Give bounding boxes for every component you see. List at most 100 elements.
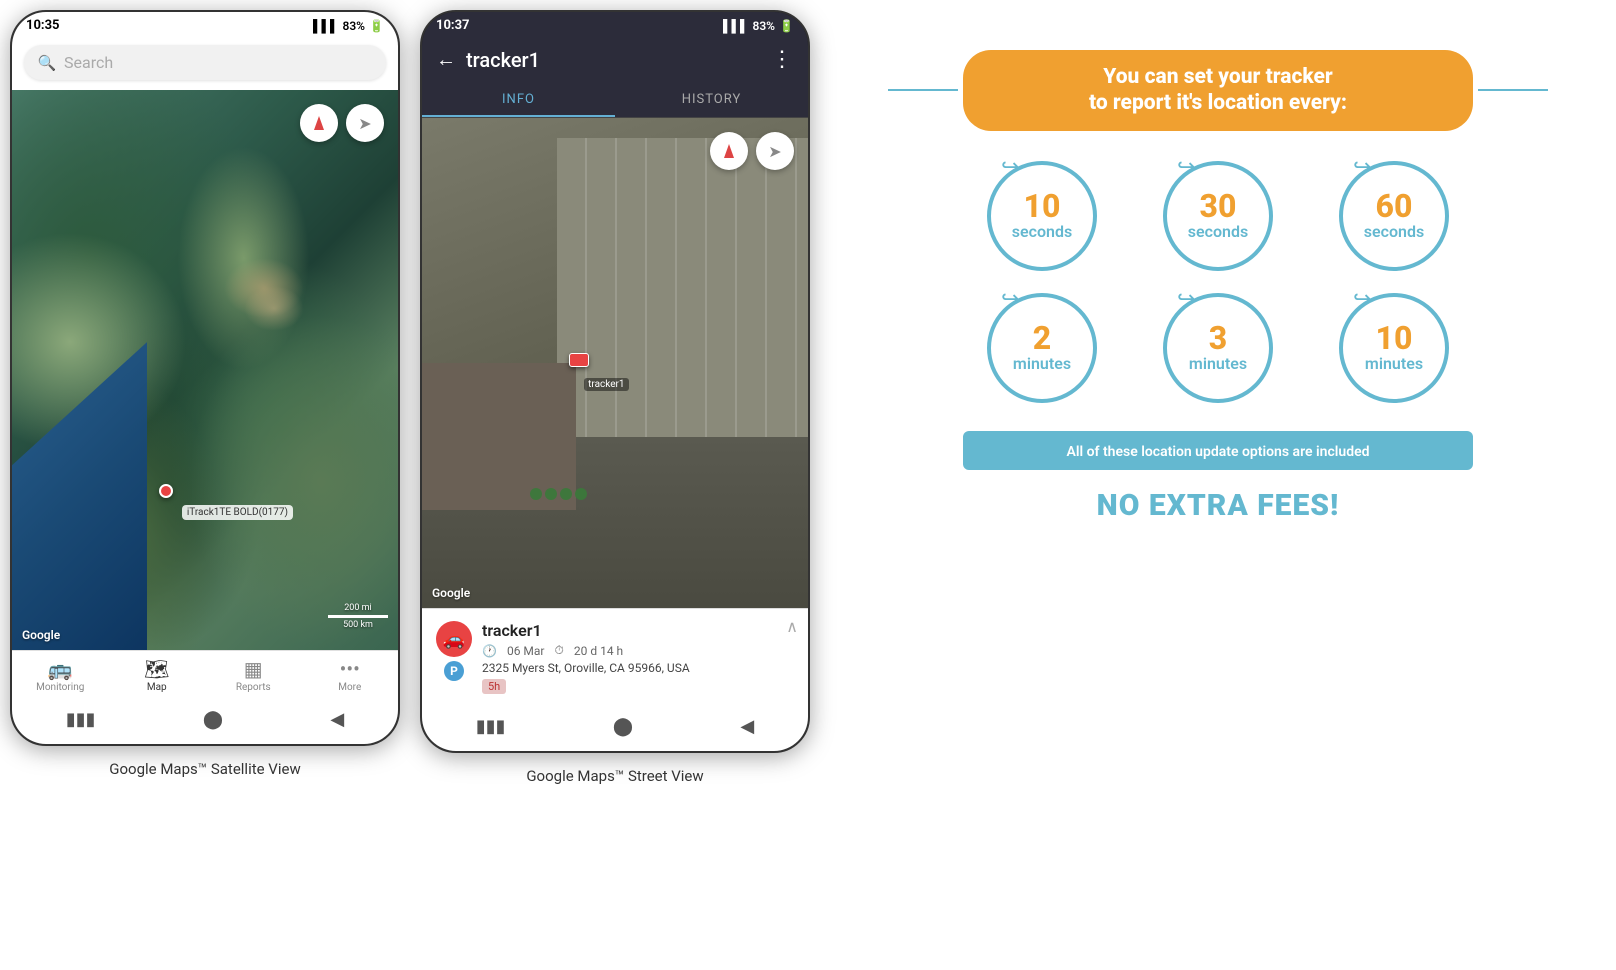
search-bar: 🔍 Search bbox=[12, 37, 398, 90]
left-status-right: ▌▌▌ 83% 🔋 bbox=[313, 19, 384, 33]
circle-number-6: 10 bbox=[1376, 322, 1413, 354]
circle-frame-1: ↩ 10 seconds bbox=[987, 161, 1097, 271]
signal-icon: ▌▌▌ bbox=[313, 19, 339, 33]
map-marker bbox=[159, 484, 175, 500]
circle-2min: ↩ 2 minutes bbox=[963, 293, 1121, 403]
navigate-icon: ➤ bbox=[358, 114, 371, 133]
tab-monitoring[interactable]: 🚌 Monitoring bbox=[30, 659, 90, 693]
system-nav: ▮▮▮ ⬤ ◀ bbox=[12, 699, 398, 744]
left-status-bar: 10:35 ▌▌▌ 83% 🔋 bbox=[12, 12, 398, 37]
tracker-header: ← tracker1 ⋮ bbox=[422, 37, 808, 82]
tab-map[interactable]: 🗺 Map bbox=[127, 659, 187, 693]
left-phone-frame: 10:35 ▌▌▌ 83% 🔋 🔍 Search bbox=[10, 10, 400, 746]
search-input-box[interactable]: 🔍 Search bbox=[24, 45, 386, 80]
infographic-card: You can set your tracker to report it's … bbox=[928, 20, 1508, 558]
circle-arrow-3: ↩ bbox=[1353, 155, 1371, 180]
satellite-map[interactable]: ➤ iTrack1TE BOLD(0177) Google 200 mi 500… bbox=[12, 90, 398, 650]
tracker-info-panel: 🚗 P tracker1 🕐 06 Mar ⏱ 20 d 14 h 2325 M… bbox=[422, 608, 808, 706]
compass-arrow bbox=[314, 116, 324, 130]
infographic-title-box: You can set your tracker to report it's … bbox=[963, 50, 1473, 131]
tab-reports[interactable]: ▦ Reports bbox=[223, 659, 283, 693]
circle-30sec: ↩ 30 seconds bbox=[1139, 161, 1297, 271]
car-marker bbox=[569, 353, 589, 367]
panel-collapse-btn[interactable]: ∧ bbox=[786, 617, 798, 636]
clock-icon: 🕐 bbox=[482, 644, 497, 658]
scale-indicator: 200 mi 500 km bbox=[328, 603, 388, 630]
no-fee-banner: All of these location update options are… bbox=[963, 431, 1473, 470]
scale-bar bbox=[328, 615, 388, 618]
more-label: More bbox=[338, 682, 361, 693]
right-home-btn[interactable]: ⬤ bbox=[613, 716, 633, 737]
tree-4 bbox=[575, 488, 587, 500]
tree-3 bbox=[560, 488, 572, 500]
circle-3min: ↩ 3 minutes bbox=[1139, 293, 1297, 403]
tracker-details: tracker1 🕐 06 Mar ⏱ 20 d 14 h 2325 Myers… bbox=[482, 621, 794, 694]
p-badge: P bbox=[444, 661, 464, 681]
tracker-map-label: tracker1 bbox=[584, 378, 628, 391]
tracker-address: 2325 Myers St, Oroville, CA 95966, USA bbox=[482, 661, 794, 675]
right-status-bar: 10:37 ▌▌▌ 83% 🔋 bbox=[422, 12, 808, 37]
right-battery-icon: 🔋 bbox=[779, 19, 794, 33]
parking-lot bbox=[557, 138, 808, 481]
circle-arrow-2: ↩ bbox=[1177, 155, 1195, 180]
aerial-compass[interactable] bbox=[710, 132, 748, 170]
tracker-icon-wrap: 🚗 P bbox=[436, 621, 472, 681]
aerial-navigate-icon: ➤ bbox=[768, 142, 781, 161]
tracker-car-icon: 🚗 bbox=[436, 621, 472, 657]
circle-arrow-1: ↩ bbox=[1001, 155, 1019, 180]
battery-icon: 🔋 bbox=[369, 19, 384, 33]
right-time: 10:37 bbox=[436, 18, 470, 33]
bottom-nav-tabs: 🚌 Monitoring 🗺 Map ▦ Reports ••• More bbox=[12, 650, 398, 699]
no-extra-fees-text: NO EXTRA FEES! bbox=[963, 488, 1473, 523]
tab-more[interactable]: ••• More bbox=[320, 659, 380, 693]
circle-unit-5: minutes bbox=[1189, 354, 1247, 373]
circle-10sec: ↩ 10 seconds bbox=[963, 161, 1121, 271]
circle-frame-4: ↩ 2 minutes bbox=[987, 293, 1097, 403]
map-compass[interactable] bbox=[300, 104, 338, 142]
battery-text: 83% bbox=[342, 19, 365, 33]
tracker-name: tracker1 bbox=[482, 621, 794, 640]
aerial-nav-button[interactable]: ➤ bbox=[756, 132, 794, 170]
left-phone-caption: Google Maps™ Satellite View bbox=[109, 760, 300, 778]
map-icon: 🗺 bbox=[144, 659, 169, 679]
right-system-nav: ▮▮▮ ⬤ ◀ bbox=[422, 706, 808, 751]
circle-frame-2: ↩ 30 seconds bbox=[1163, 161, 1273, 271]
monitoring-icon: 🚌 bbox=[48, 659, 73, 679]
tab-info[interactable]: INFO bbox=[422, 82, 615, 117]
infographic-panel: You can set your tracker to report it's … bbox=[820, 0, 1616, 578]
back-btn[interactable]: ◀ bbox=[330, 709, 344, 730]
right-back-btn[interactable]: ◀ bbox=[740, 716, 754, 737]
tracker-tabs: INFO HISTORY bbox=[422, 82, 808, 118]
left-phone-container: 10:35 ▌▌▌ 83% 🔋 🔍 Search bbox=[0, 0, 410, 778]
monitoring-label: Monitoring bbox=[36, 682, 84, 693]
vegetation-cluster bbox=[530, 488, 587, 500]
menu-button[interactable]: ⋮ bbox=[771, 47, 794, 72]
google-watermark-left: Google bbox=[22, 628, 60, 642]
circle-arrow-6: ↩ bbox=[1353, 287, 1371, 312]
time-badge: 5h bbox=[482, 679, 506, 694]
right-status-right: ▌▌▌ 83% 🔋 bbox=[723, 19, 794, 33]
terrain-highlight2 bbox=[244, 286, 304, 331]
tracker-meta: 🕐 06 Mar ⏱ 20 d 14 h bbox=[482, 643, 794, 658]
circles-grid: ↩ 10 seconds ↩ 30 seconds ↩ 60 seconds bbox=[963, 161, 1473, 403]
right-phone-frame: 10:37 ▌▌▌ 83% 🔋 ← tracker1 ⋮ INFO HISTOR… bbox=[420, 10, 810, 753]
right-signal-icon: ▌▌▌ bbox=[723, 19, 749, 33]
circle-arrow-5: ↩ bbox=[1177, 287, 1195, 312]
infographic-title: You can set your tracker to report it's … bbox=[993, 64, 1443, 117]
circle-frame-5: ↩ 3 minutes bbox=[1163, 293, 1273, 403]
search-input[interactable]: Search bbox=[64, 53, 113, 72]
circle-frame-3: ↩ 60 seconds bbox=[1339, 161, 1449, 271]
tab-history[interactable]: HISTORY bbox=[615, 82, 808, 117]
recent-apps-btn[interactable]: ▮▮▮ bbox=[66, 709, 96, 730]
search-icon: 🔍 bbox=[38, 54, 56, 72]
back-button[interactable]: ← bbox=[436, 47, 456, 72]
nav-button[interactable]: ➤ bbox=[346, 104, 384, 142]
circle-number-2: 30 bbox=[1200, 190, 1237, 222]
aerial-compass-arrow bbox=[724, 144, 734, 158]
circle-unit-6: minutes bbox=[1365, 354, 1423, 373]
aerial-map[interactable]: ➤ tracker1 Google bbox=[422, 118, 808, 608]
tracker-title: tracker1 bbox=[466, 48, 761, 72]
circle-number-4: 2 bbox=[1033, 322, 1051, 354]
right-recent-apps-btn[interactable]: ▮▮▮ bbox=[476, 716, 506, 737]
home-btn[interactable]: ⬤ bbox=[203, 709, 223, 730]
